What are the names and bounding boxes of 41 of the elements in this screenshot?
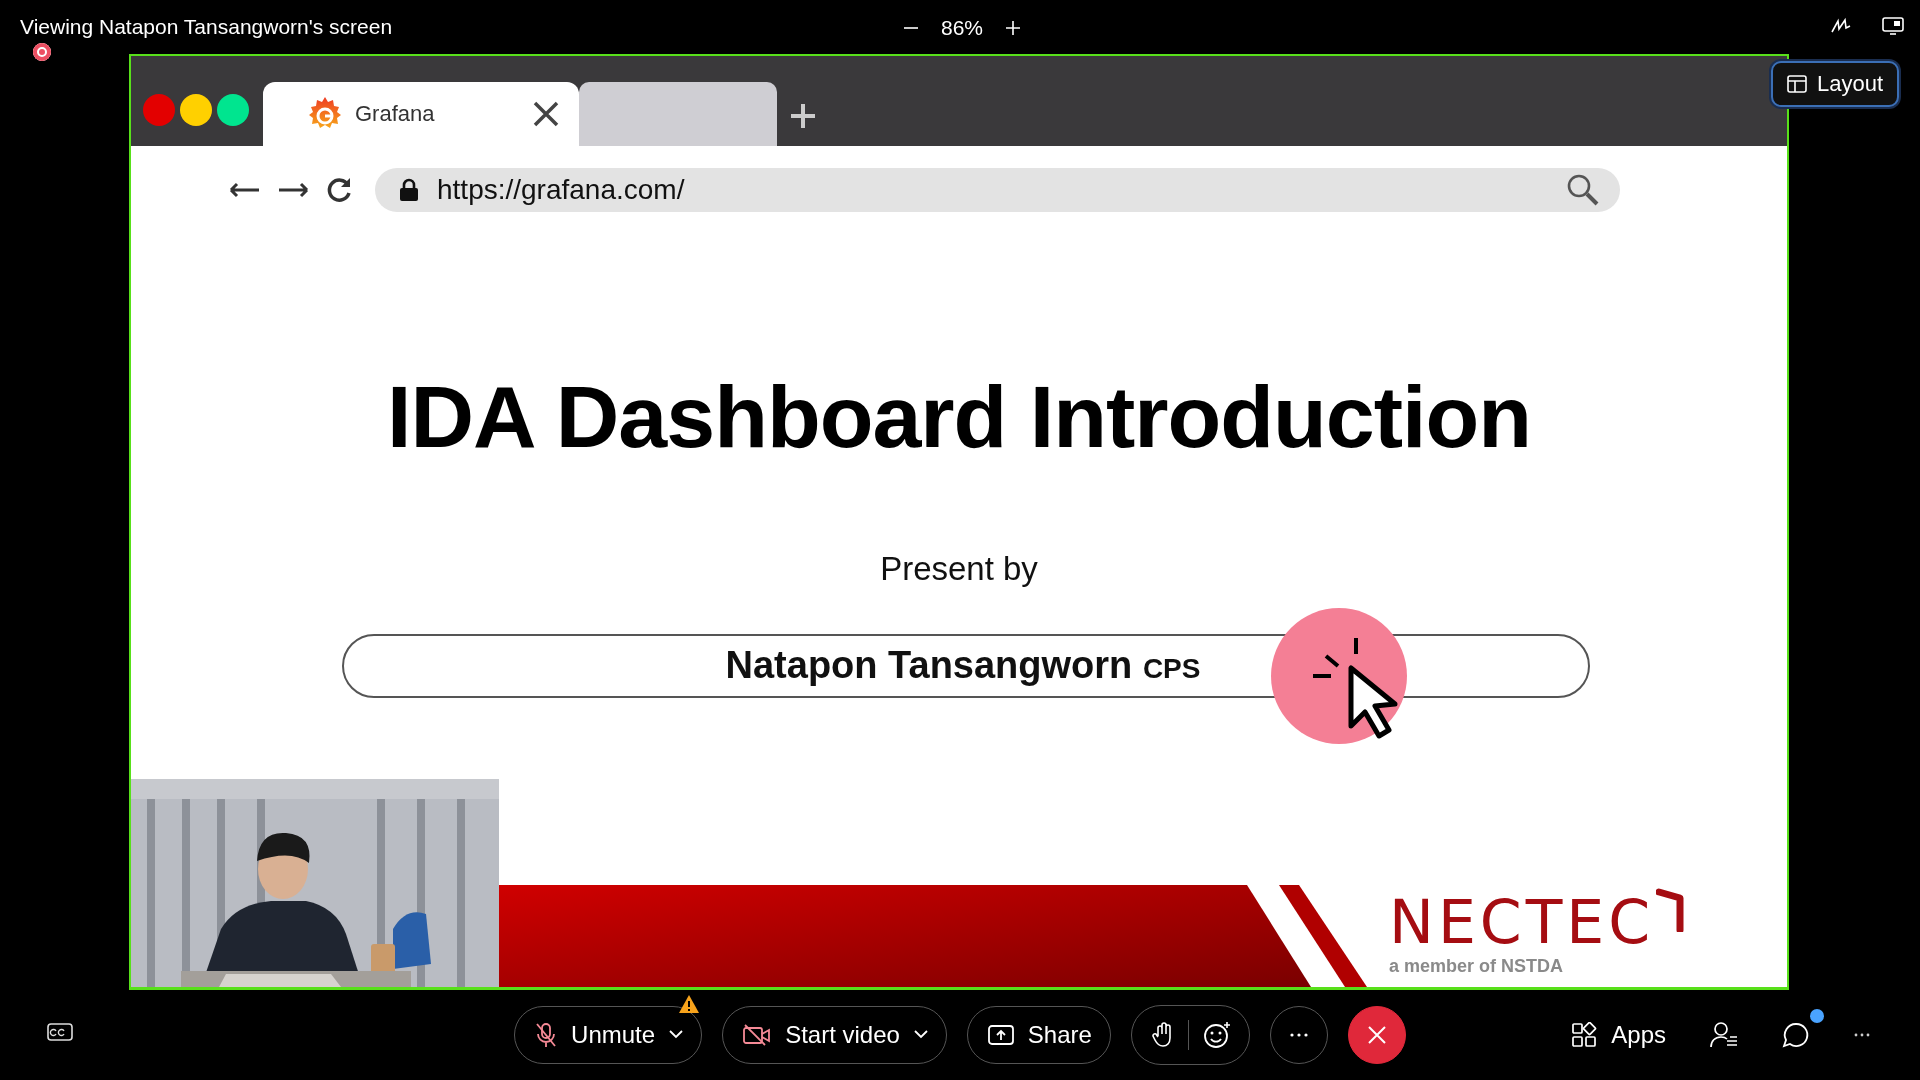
- forward-icon[interactable]: [277, 181, 309, 198]
- browser-tab[interactable]: Grafana: [263, 81, 579, 146]
- layout-button[interactable]: Layout: [1770, 60, 1899, 107]
- share-button[interactable]: Share: [966, 1005, 1111, 1064]
- new-tab-icon[interactable]: [789, 101, 817, 130]
- logo-text: NECTEC: [1389, 891, 1655, 952]
- screen-icon[interactable]: [1882, 16, 1904, 36]
- reload-icon[interactable]: [325, 175, 353, 204]
- apps-icon: [1571, 1021, 1598, 1048]
- back-icon[interactable]: [229, 181, 261, 198]
- caret-icon: [669, 1030, 684, 1040]
- subtitle-text: Present by: [880, 549, 1038, 588]
- address-bar[interactable]: https://grafana.com/: [375, 167, 1620, 212]
- more-icon: [1289, 1032, 1308, 1037]
- presenter-name: Natapon Tansangworn CPS: [725, 644, 1201, 688]
- zoom-in-icon[interactable]: [1005, 20, 1022, 36]
- zoom-level: 86%: [941, 16, 984, 40]
- window-title: Viewing Natapon Tansangworn's screen: [20, 14, 393, 39]
- muted-mic-icon: [535, 1021, 558, 1048]
- participants-icon[interactable]: [1710, 1020, 1738, 1049]
- close-icon: [1367, 1025, 1386, 1044]
- layout-icon: [1786, 74, 1807, 93]
- caret-icon: [913, 1030, 928, 1040]
- window-minimize-button[interactable]: [180, 93, 212, 126]
- unmute-button[interactable]: Unmute: [514, 1005, 703, 1064]
- logo-tagline: a member of NSTDA: [1389, 955, 1565, 977]
- captions-icon[interactable]: [47, 1022, 73, 1043]
- lock-icon: [399, 177, 419, 202]
- chevron-mark-icon: [1656, 885, 1687, 932]
- raise-hand-icon[interactable]: [1151, 1021, 1174, 1048]
- share-screen-icon: [987, 1023, 1014, 1046]
- camera-off-icon: [743, 1023, 772, 1046]
- close-icon[interactable]: [533, 100, 559, 127]
- search-icon: [1566, 172, 1600, 207]
- apps-button[interactable]: Apps: [1571, 1020, 1666, 1049]
- emoji-icon[interactable]: [1202, 1020, 1231, 1049]
- more-icon[interactable]: [1854, 1032, 1870, 1037]
- chat-icon[interactable]: [1782, 1020, 1810, 1049]
- window-maximize-button[interactable]: [217, 93, 249, 126]
- slide-title: IDA Dashboard Introduction: [386, 365, 1531, 468]
- start-video-button[interactable]: Start video: [722, 1005, 947, 1064]
